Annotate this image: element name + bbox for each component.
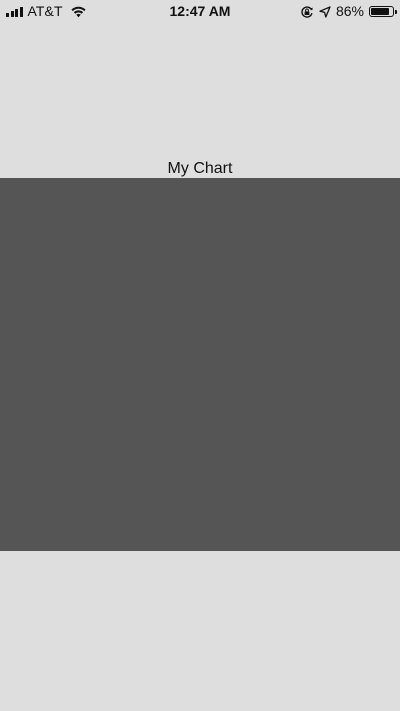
battery-percent: 86% [335, 3, 364, 19]
battery-fill [371, 8, 390, 15]
chart-area [0, 178, 400, 551]
status-bar: AT&T 12:47 AM 86% [0, 0, 400, 24]
rotation-lock-icon [301, 5, 313, 18]
battery-nub [395, 10, 397, 14]
location-arrow-icon [319, 5, 331, 18]
battery-icon [369, 6, 397, 17]
chart-title: My Chart [167, 160, 233, 177]
status-right: 86% [300, 3, 397, 20]
